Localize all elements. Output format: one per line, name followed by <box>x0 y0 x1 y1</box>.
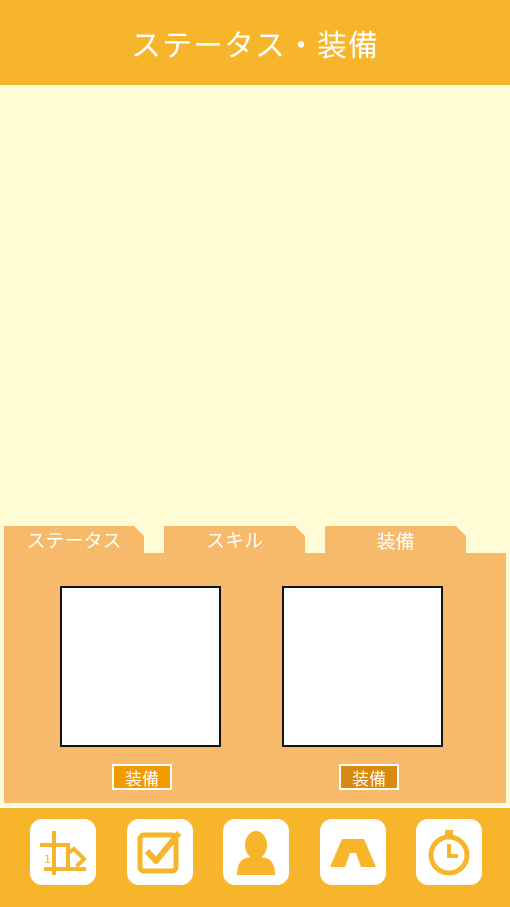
equip-button-1[interactable]: 装備 <box>112 764 172 790</box>
map-icon-label: 1 <box>44 853 51 866</box>
equipment-slot-2[interactable] <box>282 586 443 747</box>
tab-bar: ステータス スキル 装備 <box>0 526 510 554</box>
equipment-panel: 装備 装備 <box>4 553 506 803</box>
nav-timer-button[interactable] <box>416 819 482 885</box>
tab-status[interactable]: ステータス <box>4 526 144 553</box>
tab-skill[interactable]: スキル <box>164 526 305 553</box>
bottom-nav: 1 <box>0 806 510 907</box>
person-icon <box>237 831 275 875</box>
nav-camp-button[interactable] <box>320 819 386 885</box>
tab-equipment-label: 装備 <box>376 531 415 553</box>
tab-skill-label: スキル <box>205 530 263 552</box>
equip-button-2[interactable]: 装備 <box>339 764 399 790</box>
equip-button-1-label: 装備 <box>125 769 159 790</box>
page-title: ステータス・装備 <box>131 28 379 64</box>
nav-map-button[interactable]: 1 <box>30 819 96 885</box>
tab-status-label: ステータス <box>26 530 122 552</box>
header-bar: ステータス・装備 <box>0 0 510 85</box>
equip-button-2-label: 装備 <box>352 769 386 790</box>
tent-icon <box>330 839 376 867</box>
nav-tasks-button[interactable] <box>127 819 193 885</box>
timer-icon <box>428 830 470 876</box>
tab-equipment[interactable]: 装備 <box>325 526 466 555</box>
map-icon: 1 <box>40 831 87 875</box>
character-display-area <box>0 85 510 525</box>
equipment-slot-1[interactable] <box>60 586 221 747</box>
nav-status-button[interactable] <box>223 819 289 885</box>
checkbox-icon <box>137 831 182 874</box>
